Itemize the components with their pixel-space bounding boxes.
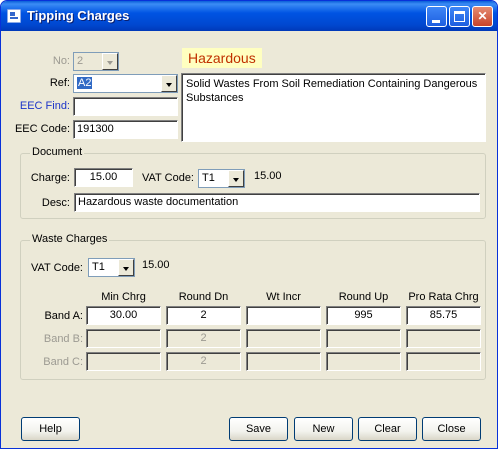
document-vat-rate: 15.00: [254, 170, 282, 182]
column-header-round-up: Round Up: [338, 291, 389, 303]
document-vat-code-combo[interactable]: T1: [198, 169, 245, 188]
waste-vat-code-value: T1: [92, 261, 105, 273]
band-b-wt-incr-input: [246, 329, 321, 348]
clear-button[interactable]: Clear: [358, 417, 417, 441]
no-value: 2: [77, 55, 84, 67]
band-b-round-dn-input: 2: [166, 329, 241, 348]
eec-code-input[interactable]: 191300: [73, 120, 178, 139]
band-b-pro-rata-chrg-input: [406, 329, 481, 348]
chevron-down-icon[interactable]: [161, 75, 177, 92]
band-a-round-up-input[interactable]: 995: [326, 306, 401, 325]
band-c-round-up-input: [326, 352, 401, 371]
band-a-pro-rata-chrg-input[interactable]: 85.75: [406, 306, 481, 325]
close-button-label: Close: [437, 423, 466, 435]
band-c-wt-incr-input: [246, 352, 321, 371]
charge-label: Charge:: [30, 172, 70, 184]
close-icon: ✕: [477, 9, 488, 23]
clear-button-label: Clear: [374, 423, 401, 435]
band-b-min-chrg-input: [86, 329, 161, 348]
tipping-charges-window: Tipping Charges ✕ No: 2 Ref: A2 EEC Find…: [0, 0, 498, 449]
waste-vat-code-combo[interactable]: T1: [88, 258, 135, 277]
waste-description-memo[interactable]: Solid Wastes From Soil Remediation Conta…: [181, 73, 486, 142]
desc-label: Desc:: [41, 197, 70, 209]
no-label: No:: [52, 55, 70, 67]
document-vat-code-value: T1: [202, 172, 215, 184]
new-button-label: New: [312, 423, 335, 435]
band-a-label: Band A:: [44, 310, 83, 322]
charge-input[interactable]: 15.00: [74, 168, 133, 187]
band-c-round-dn-input: 2: [166, 352, 241, 371]
document-group-title: Document: [30, 146, 85, 158]
title-bar[interactable]: Tipping Charges ✕: [1, 1, 497, 31]
ref-combo[interactable]: A2: [73, 74, 178, 93]
chevron-down-icon: [102, 53, 118, 70]
maximize-icon: [454, 11, 465, 22]
minimize-icon: [432, 20, 440, 23]
chevron-down-icon[interactable]: [228, 170, 244, 187]
chevron-down-icon[interactable]: [118, 259, 134, 276]
save-button[interactable]: Save: [229, 417, 288, 441]
band-c-pro-rata-chrg-input: [406, 352, 481, 371]
column-header-min-chrg: Min Chrg: [101, 291, 146, 303]
status-badge: Hazardous: [182, 48, 262, 68]
band-a-wt-incr-input[interactable]: [246, 306, 321, 325]
waste-vat-code-label: VAT Code:: [31, 262, 83, 274]
desc-input[interactable]: Hazardous waste documentation: [74, 193, 480, 212]
column-header-round-dn: Round Dn: [178, 291, 229, 303]
column-header-wt-incr: Wt Incr: [266, 291, 301, 303]
minimize-button[interactable]: [426, 6, 447, 27]
waste-charges-group-title: Waste Charges: [30, 233, 110, 245]
help-button-label: Help: [39, 423, 62, 435]
document-vat-code-label: VAT Code:: [142, 172, 194, 184]
band-b-label: Band B:: [43, 333, 83, 345]
band-c-label: Band C:: [43, 356, 83, 368]
ref-value: A2: [77, 77, 93, 89]
band-a-round-dn-input[interactable]: 2: [166, 306, 241, 325]
help-button[interactable]: Help: [21, 417, 80, 441]
waste-vat-rate: 15.00: [142, 259, 170, 271]
new-button[interactable]: New: [294, 417, 353, 441]
close-window-button[interactable]: ✕: [472, 6, 493, 27]
band-a-min-chrg-input[interactable]: 30.00: [86, 306, 161, 325]
band-c-min-chrg-input: [86, 352, 161, 371]
app-icon: [7, 9, 21, 23]
ref-label: Ref:: [49, 77, 70, 89]
column-header-pro-rata-chrg: Pro Rata Chrg: [408, 291, 479, 303]
close-button[interactable]: Close: [422, 417, 481, 441]
eec-find-input[interactable]: [73, 97, 178, 116]
band-b-round-up-input: [326, 329, 401, 348]
maximize-button[interactable]: [449, 6, 470, 27]
window-title: Tipping Charges: [27, 8, 130, 23]
no-combo: 2: [73, 52, 119, 71]
save-button-label: Save: [245, 423, 272, 435]
eec-find-label[interactable]: EEC Find:: [11, 100, 70, 112]
eec-code-label: EEC Code:: [14, 123, 70, 135]
